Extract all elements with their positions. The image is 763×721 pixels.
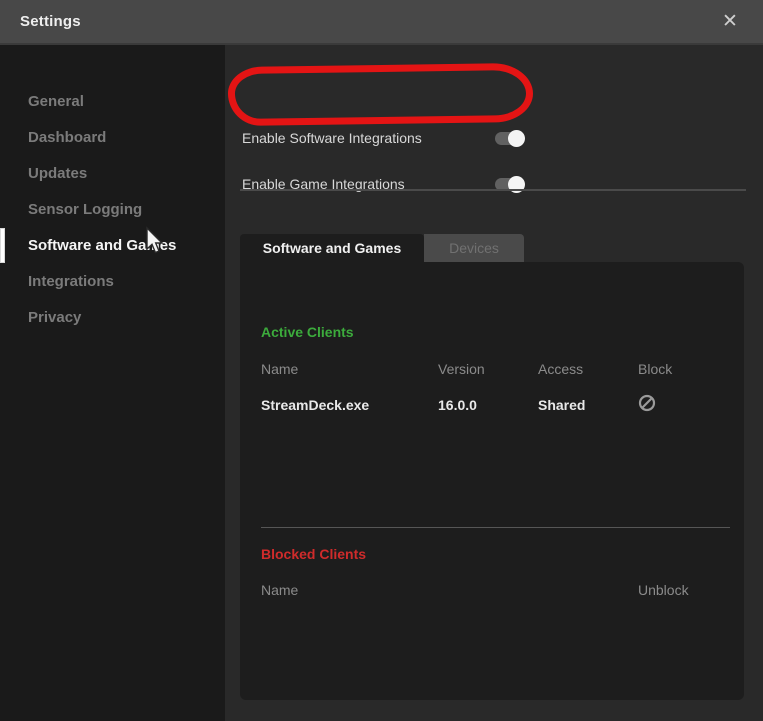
toggle-knob (508, 130, 525, 147)
sidebar: General Dashboard Updates Sensor Logging… (0, 45, 225, 721)
tab-devices[interactable]: Devices (424, 234, 524, 262)
window-title: Settings (20, 13, 81, 30)
column-header-name: Name (261, 361, 298, 377)
settings-window: Settings ✕ General Dashboard Updates Sen… (0, 0, 763, 721)
software-integrations-row: Enable Software Integrations (242, 130, 742, 150)
block-client-button[interactable] (638, 394, 656, 412)
tab-label: Software and Games (263, 240, 402, 256)
sidebar-item-general[interactable]: General (0, 83, 225, 119)
blocked-clients-title: Blocked Clients (261, 546, 366, 562)
active-clients-title: Active Clients (261, 324, 354, 340)
sidebar-item-software-and-games[interactable]: Software and Games (0, 227, 225, 263)
sidebar-nav: General Dashboard Updates Sensor Logging… (0, 83, 225, 335)
client-name-cell: StreamDeck.exe (261, 397, 369, 413)
blocked-column-header-name: Name (261, 582, 298, 598)
software-integrations-label: Enable Software Integrations (242, 130, 422, 146)
game-integrations-row: Enable Game Integrations (242, 176, 742, 196)
sidebar-item-label: General (28, 93, 84, 110)
sidebar-item-label: Updates (28, 165, 87, 182)
sidebar-item-privacy[interactable]: Privacy (0, 299, 225, 335)
software-integrations-toggle[interactable] (495, 132, 523, 145)
sidebar-item-dashboard[interactable]: Dashboard (0, 119, 225, 155)
sidebar-item-sensor-logging[interactable]: Sensor Logging (0, 191, 225, 227)
panel-divider (261, 527, 730, 528)
sidebar-item-integrations[interactable]: Integrations (0, 263, 225, 299)
tab-label: Devices (449, 240, 499, 256)
no-entry-icon (638, 394, 656, 412)
client-access-cell: Shared (538, 397, 585, 413)
sidebar-item-label: Dashboard (28, 129, 106, 146)
sidebar-item-label: Sensor Logging (28, 201, 142, 218)
sidebar-item-label: Software and Games (28, 237, 176, 254)
blocked-column-header-unblock: Unblock (638, 582, 689, 598)
titlebar: Settings ✕ (0, 0, 763, 45)
main-content: Enable Software Integrations Enable Game… (225, 45, 763, 721)
column-header-version: Version (438, 361, 485, 377)
close-icon[interactable]: ✕ (717, 9, 743, 35)
column-header-block: Block (638, 361, 672, 377)
sidebar-item-label: Integrations (28, 273, 114, 290)
column-header-access: Access (538, 361, 583, 377)
sidebar-item-label: Privacy (28, 309, 81, 326)
section-divider (240, 189, 746, 191)
selected-indicator-bar (0, 228, 5, 263)
sidebar-item-updates[interactable]: Updates (0, 155, 225, 191)
client-version-cell: 16.0.0 (438, 397, 477, 413)
clients-panel: Active Clients Name Version Access Block… (240, 262, 744, 700)
red-circle-annotation (228, 63, 534, 126)
tab-software-and-games[interactable]: Software and Games (240, 234, 424, 262)
